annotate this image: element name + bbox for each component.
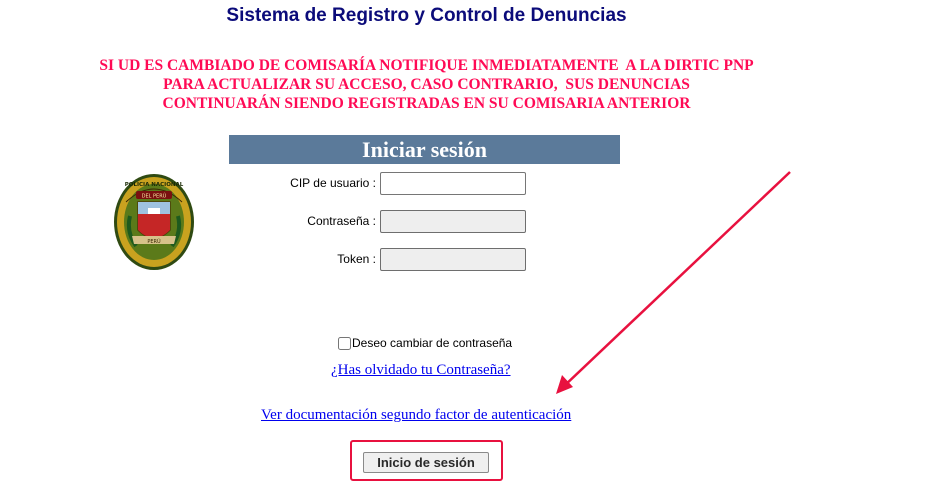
notice-message: SI UD ES CAMBIADO DE COMISARÍA NOTIFIQUE… (0, 56, 853, 113)
token-input[interactable] (380, 248, 526, 271)
password-input[interactable] (380, 210, 526, 233)
documentation-link[interactable]: Ver documentación segundo factor de aute… (261, 407, 571, 424)
forgot-password-link[interactable]: ¿Has olvidado tu Contraseña? (331, 362, 511, 379)
emblem-bottom-text: PERÚ (147, 238, 161, 245)
change-password-checkbox[interactable] (338, 336, 351, 350)
change-password-option[interactable]: Deseo cambiar de contraseña (338, 336, 512, 350)
page-title: Sistema de Registro y Control de Denunci… (226, 5, 627, 26)
change-password-label: Deseo cambiar de contraseña (352, 336, 513, 350)
login-header: Iniciar sesión (229, 135, 620, 164)
notice-line: SI UD ES CAMBIADO DE COMISARÍA NOTIFIQUE… (99, 57, 754, 74)
login-submit-button[interactable]: Inicio de sesión (363, 452, 489, 473)
police-emblem-logo: DEL PERÚ PERÚ POLICIA NACIONAL (114, 174, 194, 270)
token-label: Token : (337, 252, 376, 266)
notice-line: CONTINUARÁN SIENDO REGISTRADAS EN SU COM… (162, 95, 691, 112)
emblem-top-text: POLICIA NACIONAL (125, 182, 184, 188)
cip-input[interactable] (380, 172, 526, 195)
emblem-band-text: DEL PERÚ (142, 193, 167, 200)
password-label: Contraseña : (307, 214, 376, 228)
cip-label: CIP de usuario : (290, 176, 376, 190)
notice-line: PARA ACTUALIZAR SU ACCESO, CASO CONTRARI… (163, 76, 690, 93)
